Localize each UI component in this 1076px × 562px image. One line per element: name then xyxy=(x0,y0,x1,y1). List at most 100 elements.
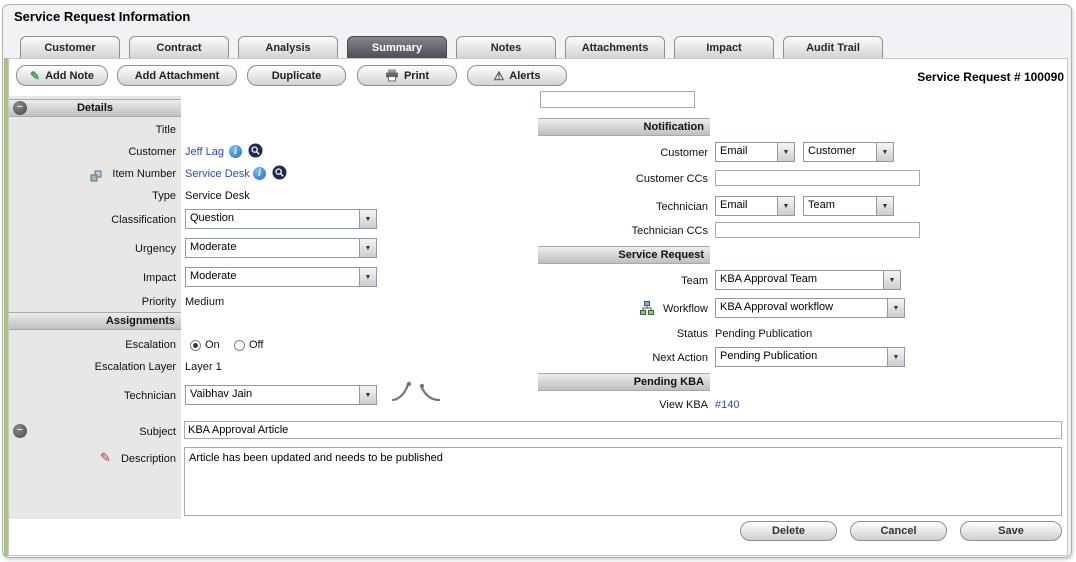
cancel-button[interactable]: Cancel xyxy=(850,521,947,541)
chevron-down-icon: ▼ xyxy=(359,386,376,404)
save-button[interactable]: Save xyxy=(960,521,1062,541)
chevron-down-icon: ▼ xyxy=(876,143,893,161)
impact-label: Impact xyxy=(20,272,176,284)
tab-attachments[interactable]: Attachments xyxy=(565,36,665,59)
workflow-select[interactable]: KBA Approval workflow ▼ xyxy=(715,298,905,318)
item-search-icon[interactable] xyxy=(272,165,287,185)
escalation-layer-label: Escalation Layer xyxy=(20,361,176,373)
technician-ccs-input[interactable] xyxy=(715,222,920,238)
description-label: Description xyxy=(20,453,176,465)
assignments-section-header: Assignments xyxy=(9,312,181,330)
notify-customer-label: Customer xyxy=(560,147,708,159)
priority-value: Medium xyxy=(185,296,224,308)
chevron-down-icon: ▼ xyxy=(359,268,376,286)
escalation-off-label: Off xyxy=(249,339,263,351)
team-select[interactable]: KBA Approval Team ▼ xyxy=(715,270,901,290)
add-note-button[interactable]: ✎ Add Note xyxy=(16,65,108,86)
chevron-down-icon: ▼ xyxy=(876,197,893,215)
impact-select[interactable]: Moderate ▼ xyxy=(185,267,377,287)
status-label: Status xyxy=(560,328,708,340)
notification-section-header: Notification xyxy=(538,118,710,136)
notify-customer-recipient-select[interactable]: Customer ▼ xyxy=(803,142,894,162)
add-note-label: Add Note xyxy=(45,70,94,82)
customer-search-icon[interactable] xyxy=(248,143,263,163)
escalation-label: Escalation xyxy=(20,339,176,351)
customer-link[interactable]: Jeff Lag xyxy=(185,146,224,158)
left-accent-strip xyxy=(4,58,8,556)
type-label: Type xyxy=(20,190,176,202)
description-textarea[interactable]: Article has been updated and needs to be… xyxy=(184,447,1062,516)
customer-label: Customer xyxy=(20,146,176,158)
add-note-icon: ✎ xyxy=(30,69,40,83)
tab-customer[interactable]: Customer xyxy=(20,36,120,59)
classification-value: Question xyxy=(186,210,359,228)
priority-label: Priority xyxy=(20,296,176,308)
notify-technician-recipient-select[interactable]: Team ▼ xyxy=(803,196,894,216)
escalation-off-radio[interactable] xyxy=(234,340,245,351)
title-label: Title xyxy=(20,124,176,136)
subject-label: Subject xyxy=(20,426,176,438)
alerts-label: Alerts xyxy=(509,70,540,82)
details-section-header: Details xyxy=(9,99,181,117)
tab-audit-trail[interactable]: Audit Trail xyxy=(783,36,883,59)
customer-ccs-label: Customer CCs xyxy=(560,173,708,185)
next-action-value: Pending Publication xyxy=(716,348,887,366)
customer-info-icon[interactable]: i xyxy=(229,145,242,158)
chevron-down-icon: ▼ xyxy=(359,210,376,228)
customer-ccs-input[interactable] xyxy=(715,170,920,186)
item-number-link[interactable]: Service Desk xyxy=(185,168,250,180)
service-request-section-header: Service Request xyxy=(538,246,710,264)
view-kba-label: View KBA xyxy=(560,399,708,411)
status-value: Pending Publication xyxy=(715,328,812,340)
alerts-button[interactable]: ⚠ Alerts xyxy=(467,65,567,86)
technician-ccs-label: Technician CCs xyxy=(560,225,708,237)
technician-select[interactable]: Vaibhav Jain ▼ xyxy=(185,385,377,405)
title-input[interactable] xyxy=(540,91,695,108)
duplicate-button[interactable]: Duplicate xyxy=(247,65,346,86)
print-label: Print xyxy=(404,70,429,82)
collapse-details-icon[interactable]: − xyxy=(13,101,27,115)
deescalate-icon[interactable] xyxy=(419,383,441,408)
chevron-down-icon: ▼ xyxy=(883,271,900,289)
technician-value: Vaibhav Jain xyxy=(186,386,359,404)
next-action-select[interactable]: Pending Publication ▼ xyxy=(715,347,905,367)
tab-impact[interactable]: Impact xyxy=(674,36,774,59)
tab-analysis[interactable]: Analysis xyxy=(238,36,338,59)
add-attachment-button[interactable]: Add Attachment xyxy=(117,65,237,86)
notify-customer-method-value: Email xyxy=(716,143,777,161)
urgency-label: Urgency xyxy=(20,243,176,255)
tab-contract[interactable]: Contract xyxy=(129,36,229,59)
delete-button[interactable]: Delete xyxy=(740,521,837,541)
item-info-icon[interactable]: i xyxy=(253,167,266,180)
classification-select[interactable]: Question ▼ xyxy=(185,209,377,229)
escalate-icon[interactable] xyxy=(390,381,414,408)
chevron-down-icon: ▼ xyxy=(777,143,794,161)
printer-icon xyxy=(385,69,399,82)
notify-customer-method-select[interactable]: Email ▼ xyxy=(715,142,795,162)
team-value: KBA Approval Team xyxy=(716,271,883,289)
print-button[interactable]: Print xyxy=(357,65,457,86)
chevron-down-icon: ▼ xyxy=(887,348,904,366)
alert-icon: ⚠ xyxy=(494,69,505,83)
type-value: Service Desk xyxy=(185,190,250,202)
escalation-on-label: On xyxy=(205,339,220,351)
notify-technician-label: Technician xyxy=(560,201,708,213)
technician-label: Technician xyxy=(20,390,176,402)
escalation-on-radio[interactable] xyxy=(190,340,201,351)
view-kba-link[interactable]: #140 xyxy=(715,399,739,411)
tab-notes[interactable]: Notes xyxy=(456,36,556,59)
notify-technician-method-value: Email xyxy=(716,197,777,215)
notify-technician-method-select[interactable]: Email ▼ xyxy=(715,196,795,216)
urgency-select[interactable]: Moderate ▼ xyxy=(185,238,377,258)
request-number: Service Request # 100090 xyxy=(850,70,1064,84)
notify-customer-recipient-value: Customer xyxy=(804,143,876,161)
workflow-label: Workflow xyxy=(560,303,708,315)
chevron-down-icon: ▼ xyxy=(777,197,794,215)
workflow-value: KBA Approval workflow xyxy=(716,299,887,317)
subject-input[interactable] xyxy=(184,421,1062,439)
add-attachment-label: Add Attachment xyxy=(135,70,220,82)
escalation-layer-value: Layer 1 xyxy=(185,361,222,373)
duplicate-label: Duplicate xyxy=(272,70,322,82)
tab-summary[interactable]: Summary xyxy=(347,36,447,59)
page-title: Service Request Information xyxy=(14,9,190,24)
